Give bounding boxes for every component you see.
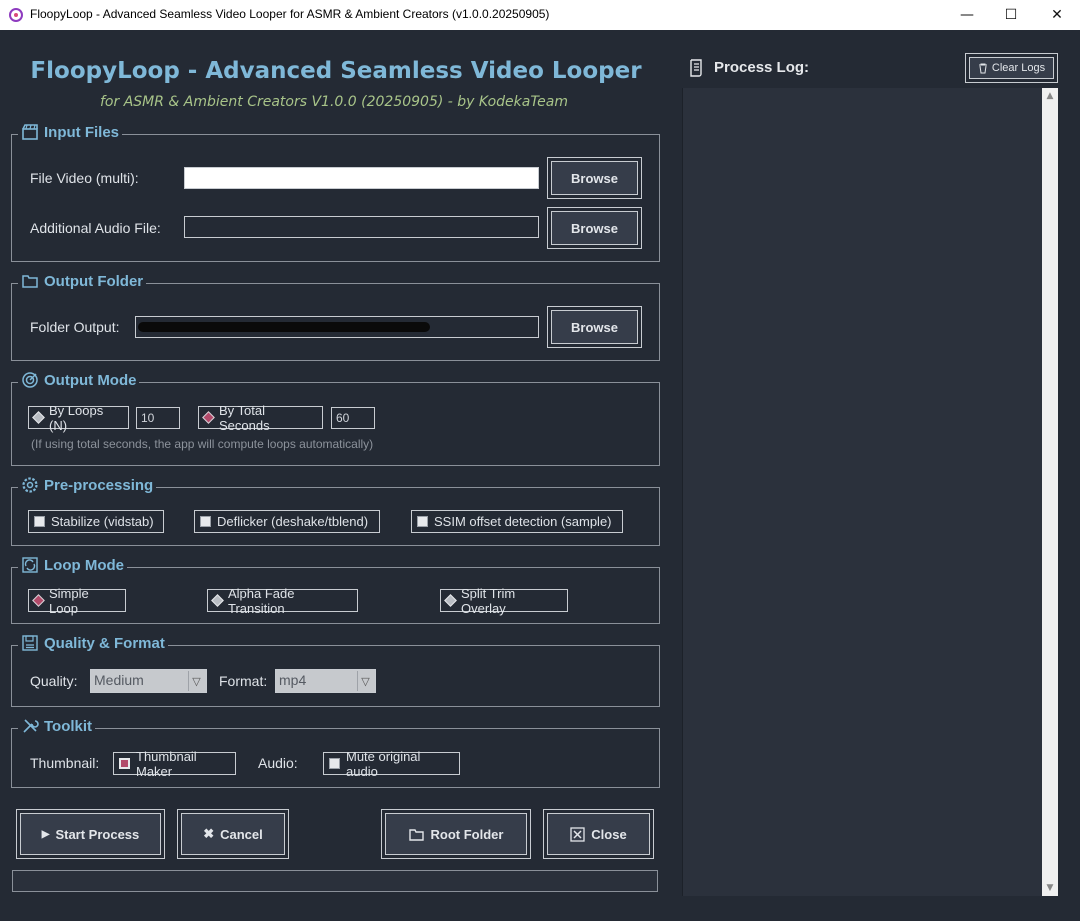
target-icon <box>22 372 38 388</box>
close-button[interactable]: Close <box>543 809 654 859</box>
browse-output-button[interactable]: Browse <box>547 306 642 348</box>
log-scrollbar[interactable]: ▲ ▼ <box>1042 88 1058 896</box>
scroll-icon <box>690 59 702 77</box>
close-window-button[interactable]: ✕ <box>1034 0 1080 30</box>
window-titlebar: FloopyLoop - Advanced Seamless Video Loo… <box>0 0 1080 30</box>
loops-count-input[interactable]: 10 <box>136 407 180 429</box>
seconds-input[interactable]: 60 <box>331 407 375 429</box>
app-subtitle: for ASMR & Ambient Creators V1.0.0 (2025… <box>100 94 568 110</box>
minimize-button[interactable]: — <box>944 0 990 30</box>
simple-loop-radio[interactable]: Simple Loop <box>28 586 126 616</box>
browse-audio-button[interactable]: Browse <box>547 207 642 249</box>
output-mode-note: (If using total seconds, the app will co… <box>31 437 374 451</box>
start-process-button[interactable]: ▶ Start Process <box>16 809 165 859</box>
chevron-down-icon: ▽ <box>188 671 204 691</box>
toolkit-title: Toolkit <box>44 717 93 735</box>
maximize-button[interactable]: ☐ <box>988 0 1034 30</box>
play-icon: ▶ <box>41 828 50 840</box>
root-folder-button[interactable]: Root Folder <box>381 809 531 859</box>
stabilize-checkbox[interactable]: Stabilize (vidstab) <box>28 510 164 533</box>
radio-indicator-selected <box>202 411 215 424</box>
save-icon <box>22 635 38 651</box>
window-title: FloopyLoop - Advanced Seamless Video Loo… <box>30 7 550 21</box>
mute-audio-checkbox[interactable]: Mute original audio <box>323 749 460 779</box>
output-mode-title: Output Mode <box>44 371 137 389</box>
cancel-icon: ✖ <box>203 826 215 841</box>
quality-label: Quality: <box>30 673 78 689</box>
app-title: FloopyLoop - Advanced Seamless Video Loo… <box>30 58 642 84</box>
process-log-title: Process Log: <box>714 59 810 76</box>
preprocessing-title: Pre-processing <box>44 476 154 494</box>
trash-icon <box>978 63 987 73</box>
thumbnail-maker-checkbox[interactable]: Thumbnail Maker <box>113 749 236 779</box>
audio-label: Audio: <box>258 755 298 771</box>
loop-mode-title: Loop Mode <box>44 556 124 574</box>
by-loops-radio[interactable]: By Loops (N) <box>28 403 129 433</box>
output-folder-title: Output Folder <box>44 272 144 290</box>
clapperboard-icon <box>22 124 38 140</box>
chevron-down-icon: ▽ <box>357 671 373 691</box>
app-logo-icon <box>9 8 23 22</box>
format-label: Format: <box>219 673 268 689</box>
browse-video-button[interactable]: Browse <box>547 157 642 199</box>
deflicker-checkbox[interactable]: Deflicker (deshake/tblend) <box>194 510 380 533</box>
folder-output-label: Folder Output: <box>30 319 120 335</box>
audio-file-label: Additional Audio File: <box>30 220 161 236</box>
video-file-label: File Video (multi): <box>30 170 139 186</box>
thumbnail-label: Thumbnail: <box>30 755 100 771</box>
tools-icon <box>23 719 39 733</box>
loop-icon <box>22 557 38 573</box>
progress-bar <box>12 870 658 892</box>
quality-select[interactable]: Medium ▽ <box>90 669 207 693</box>
quality-format-title: Quality & Format <box>44 634 165 652</box>
scroll-up-icon[interactable]: ▲ <box>1042 88 1058 104</box>
close-box-icon <box>570 826 585 842</box>
radio-indicator <box>32 411 45 424</box>
video-file-input[interactable] <box>184 167 539 189</box>
input-files-title: Input Files <box>44 123 119 141</box>
audio-file-input[interactable] <box>184 216 539 238</box>
split-trim-radio[interactable]: Split Trim Overlay <box>440 586 568 616</box>
scroll-down-icon[interactable]: ▼ <box>1042 880 1058 896</box>
ssim-checkbox[interactable]: SSIM offset detection (sample) <box>411 510 623 533</box>
by-seconds-radio[interactable]: By Total Seconds <box>198 403 323 433</box>
folder-output-input[interactable] <box>135 316 539 338</box>
folder-icon <box>22 275 38 288</box>
gear-icon <box>22 477 38 493</box>
clear-logs-button[interactable]: Clear Logs <box>965 53 1058 83</box>
folder-open-icon <box>408 828 424 841</box>
cancel-button[interactable]: ✖ Cancel <box>177 809 289 859</box>
alpha-fade-radio[interactable]: Alpha Fade Transition <box>207 586 358 616</box>
format-select[interactable]: mp4 ▽ <box>275 669 376 693</box>
redacted-path <box>138 322 430 332</box>
process-log-textarea[interactable]: ▲ ▼ <box>682 88 1058 896</box>
